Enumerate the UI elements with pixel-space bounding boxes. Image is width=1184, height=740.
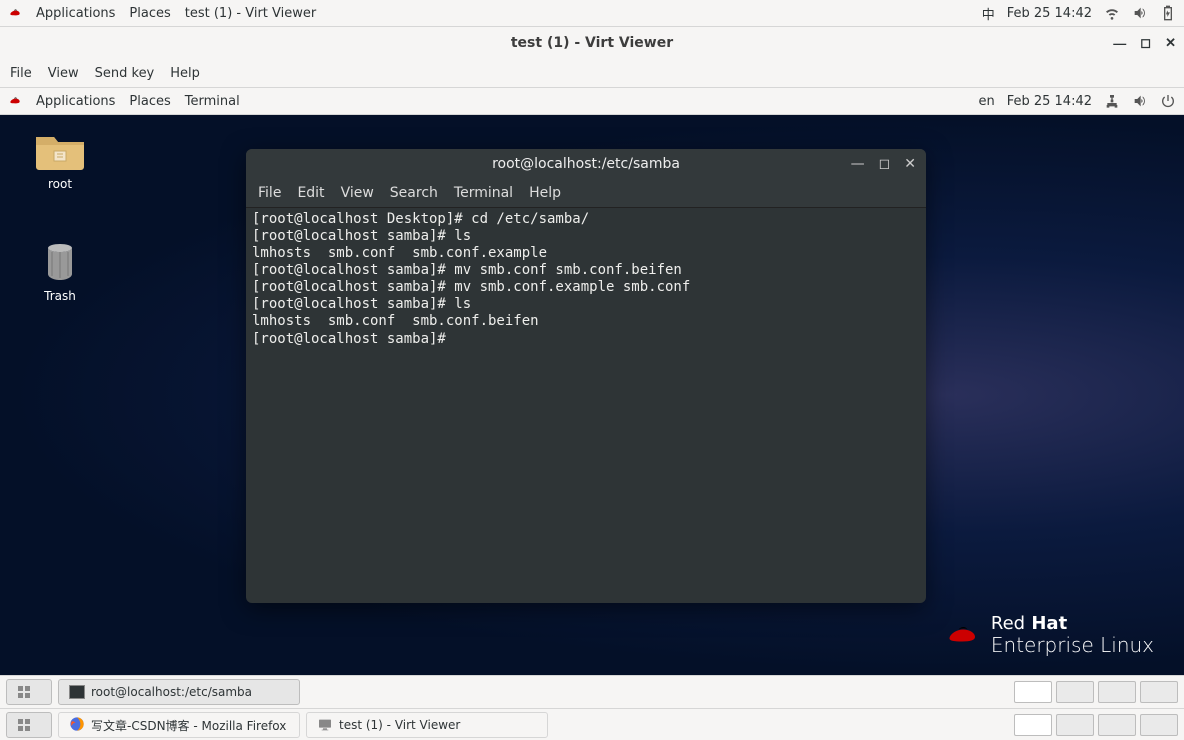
host-taskbar: 写文章-CSDN博客 - Mozilla Firefox test (1) - … xyxy=(0,708,1184,740)
host-task-label: test (1) - Virt Viewer xyxy=(339,718,460,732)
guest-workspace-switcher[interactable] xyxy=(1014,681,1178,703)
host-active-app[interactable]: test (1) - Virt Viewer xyxy=(185,6,316,21)
guest-task-terminal[interactable]: root@localhost:/etc/samba xyxy=(58,679,300,705)
terminal-close-button[interactable]: ✕ xyxy=(904,156,916,172)
redhat-hat-icon xyxy=(945,616,981,656)
folder-icon xyxy=(34,129,86,171)
host-task-firefox[interactable]: 写文章-CSDN博客 - Mozilla Firefox xyxy=(58,712,300,738)
close-button[interactable]: ✕ xyxy=(1165,35,1176,51)
vv-menu-file[interactable]: File xyxy=(10,66,32,81)
terminal-minimize-button[interactable]: — xyxy=(851,156,865,172)
host-input-method[interactable]: 中 xyxy=(982,4,995,23)
terminal-icon xyxy=(69,685,85,699)
brand-red: Red xyxy=(991,613,1025,634)
volume-icon[interactable] xyxy=(1132,5,1148,21)
network-icon[interactable] xyxy=(1104,93,1120,109)
host-task-virtviewer[interactable]: test (1) - Virt Viewer xyxy=(306,712,548,738)
guest-task-label: root@localhost:/etc/samba xyxy=(91,685,252,699)
workspace-4[interactable] xyxy=(1140,714,1178,736)
redhat-brand: Red Hat Enterprise Linux xyxy=(945,615,1154,657)
terminal-body[interactable]: [root@localhost Desktop]# cd /etc/samba/… xyxy=(246,208,926,603)
host-show-desktop-button[interactable] xyxy=(6,712,52,738)
maximize-button[interactable]: ◻ xyxy=(1140,35,1151,51)
term-menu-search[interactable]: Search xyxy=(390,185,438,201)
brand-line2: Enterprise Linux xyxy=(991,633,1154,657)
virtviewer-titlebar: test (1) - Virt Viewer — ◻ ✕ xyxy=(0,27,1184,59)
guest-datetime[interactable]: Feb 25 14:42 xyxy=(1007,94,1092,109)
virtviewer-window: test (1) - Virt Viewer — ◻ ✕ File View S… xyxy=(0,27,1184,708)
workspace-2[interactable] xyxy=(1056,681,1094,703)
workspace-1[interactable] xyxy=(1014,681,1052,703)
battery-icon[interactable] xyxy=(1160,5,1176,21)
host-workspace-switcher[interactable] xyxy=(1014,714,1178,736)
workspace-2[interactable] xyxy=(1056,714,1094,736)
term-menu-terminal[interactable]: Terminal xyxy=(454,185,513,201)
volume-icon[interactable] xyxy=(1132,93,1148,109)
guest-taskbar: root@localhost:/etc/samba xyxy=(0,675,1184,708)
guest-places-menu[interactable]: Places xyxy=(129,94,170,109)
host-places-menu[interactable]: Places xyxy=(129,6,170,21)
workspace-4[interactable] xyxy=(1140,681,1178,703)
desktop-icon-trash[interactable]: Trash xyxy=(20,241,100,303)
workspace-1[interactable] xyxy=(1014,714,1052,736)
guest-active-app[interactable]: Terminal xyxy=(185,94,240,109)
workspace-3[interactable] xyxy=(1098,714,1136,736)
vv-menu-sendkey[interactable]: Send key xyxy=(95,66,155,81)
terminal-maximize-button[interactable]: ◻ xyxy=(879,156,891,172)
workspace-3[interactable] xyxy=(1098,681,1136,703)
desktop-icon-label: root xyxy=(20,177,100,191)
redhat-icon xyxy=(8,6,22,20)
guest-show-desktop-button[interactable] xyxy=(6,679,52,705)
term-menu-help[interactable]: Help xyxy=(529,185,561,201)
term-menu-edit[interactable]: Edit xyxy=(297,185,324,201)
terminal-menubar: File Edit View Search Terminal Help xyxy=(246,179,926,208)
guest-applications-menu[interactable]: Applications xyxy=(36,94,115,109)
vv-menu-help[interactable]: Help xyxy=(170,66,200,81)
trash-icon xyxy=(34,241,86,283)
guest-desktop[interactable]: root Trash root@localhost:/etc/samba — ◻… xyxy=(0,115,1184,675)
terminal-title: root@localhost:/etc/samba xyxy=(492,156,680,172)
brand-hat: Hat xyxy=(1031,613,1067,634)
term-menu-view[interactable]: View xyxy=(341,185,374,201)
power-icon[interactable] xyxy=(1160,93,1176,109)
guest-vm: Applications Places Terminal en Feb 25 1… xyxy=(0,88,1184,708)
guest-lang[interactable]: en xyxy=(978,94,994,109)
desktop-icon-label: Trash xyxy=(20,289,100,303)
firefox-icon xyxy=(69,716,85,735)
vv-menu-view[interactable]: View xyxy=(48,66,79,81)
minimize-button[interactable]: — xyxy=(1113,36,1126,51)
term-menu-file[interactable]: File xyxy=(258,185,281,201)
monitor-icon xyxy=(317,717,333,733)
terminal-window: root@localhost:/etc/samba — ◻ ✕ File Edi… xyxy=(246,149,926,603)
redhat-icon xyxy=(8,94,22,108)
desktop-icon-root[interactable]: root xyxy=(20,129,100,191)
host-task-label: 写文章-CSDN博客 - Mozilla Firefox xyxy=(91,717,286,734)
wifi-icon[interactable] xyxy=(1104,5,1120,21)
virtviewer-menubar: File View Send key Help xyxy=(0,59,1184,88)
virtviewer-title: test (1) - Virt Viewer xyxy=(511,35,673,51)
terminal-titlebar[interactable]: root@localhost:/etc/samba — ◻ ✕ xyxy=(246,149,926,179)
host-topbar: Applications Places test (1) - Virt View… xyxy=(0,0,1184,27)
guest-topbar: Applications Places Terminal en Feb 25 1… xyxy=(0,88,1184,115)
host-applications-menu[interactable]: Applications xyxy=(36,6,115,21)
host-datetime[interactable]: Feb 25 14:42 xyxy=(1007,6,1092,21)
